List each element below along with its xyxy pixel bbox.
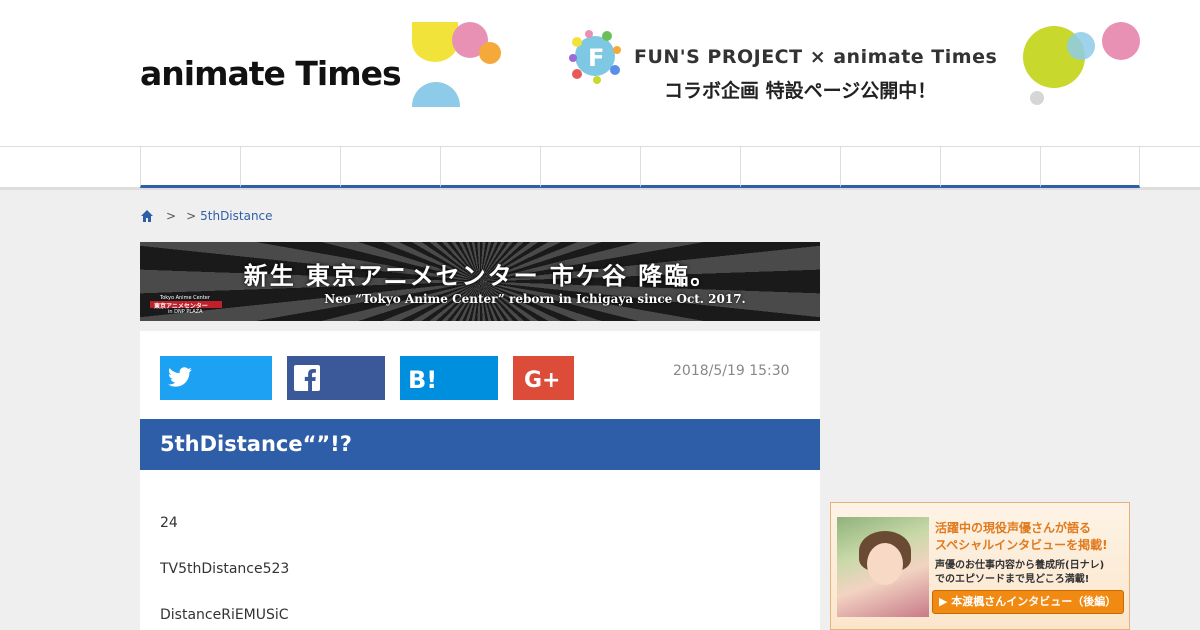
nav-item[interactable]	[640, 147, 740, 188]
tokyo-anime-center-logo: Tokyo Anime Center 東京アニメセンター in DNP PLAZ…	[148, 295, 224, 315]
promo-title-line1: FUN'S PROJECT × animate Times	[634, 46, 998, 68]
article-date: 2018/5/19 15:30	[673, 363, 790, 379]
promo-dot-yellow	[412, 22, 458, 62]
share-twitter-button[interactable]	[160, 356, 272, 400]
nav-item[interactable]	[240, 147, 340, 188]
facebook-icon	[294, 365, 320, 391]
svg-text:B!: B!	[408, 366, 437, 391]
promo-dot-blue	[412, 82, 460, 107]
promo-dot-pink-right	[1102, 22, 1140, 60]
article-card: B! G+ 2018/5/19 15:30 5thDistance“”!? 24…	[140, 331, 820, 630]
breadcrumb-current[interactable]: 5thDistance	[200, 209, 272, 223]
hatena-bookmark-icon: B!	[408, 366, 437, 391]
site-logo[interactable]: animate Times	[140, 54, 402, 93]
share-facebook-button[interactable]	[287, 356, 385, 400]
global-nav	[0, 146, 1200, 190]
site-header: animate Times F FUN'S PROJECT × animate …	[0, 0, 1200, 146]
promo-banner[interactable]: F FUN'S PROJECT × animate Times コラボ企画 特設…	[412, 22, 1140, 107]
ad-heading: 活躍中の現役声優さんが語る	[935, 521, 1092, 535]
nav-item[interactable]	[140, 147, 240, 188]
promo-dot-orange	[479, 42, 501, 64]
promo-dot-lightblue	[1067, 32, 1095, 60]
voice-actor-interview-ad[interactable]: 活躍中の現役声優さんが語る スペシャルインタビューを掲載! 声優のお仕事内容から…	[830, 502, 1130, 630]
interviewee-photo	[837, 517, 929, 617]
nav-item[interactable]	[940, 147, 1040, 188]
article-paragraph: DistanceRiEMUSiC	[160, 607, 289, 623]
nav-item[interactable]	[740, 147, 840, 188]
svg-text:G+: G+	[524, 368, 561, 391]
breadcrumb: > > 5thDistance	[140, 209, 273, 223]
nav-item[interactable]	[540, 147, 640, 188]
nav-item[interactable]	[840, 147, 940, 188]
nav-item[interactable]	[340, 147, 440, 188]
breadcrumb-separator: >	[166, 209, 177, 223]
banner-title: 新生 東京アニメセンター 市ケ谷 降臨。	[243, 261, 717, 290]
article-title: 5thDistance“”!?	[160, 432, 352, 456]
promo-title-line2: コラボ企画 特設ページ公開中！	[664, 80, 937, 102]
nav-item[interactable]	[440, 147, 540, 188]
article-paragraph: TV5thDistance523	[160, 561, 290, 577]
funs-project-icon: F	[569, 30, 621, 84]
ad-heading: スペシャルインタビューを掲載!	[935, 538, 1108, 552]
promo-dot-gray	[1030, 91, 1044, 105]
article-paragraph: 24	[160, 515, 178, 531]
article-title-bar: 5thDistance“”!?	[140, 419, 820, 470]
share-hatena-button[interactable]: B!	[400, 356, 498, 400]
nav-item[interactable]	[1040, 147, 1140, 188]
share-google-plus-button[interactable]: G+	[513, 356, 574, 400]
ad-text: でのエピソードまで見どころ満載!	[935, 574, 1090, 585]
breadcrumb-separator: >	[186, 209, 197, 223]
tokyo-anime-center-banner[interactable]: 新生 東京アニメセンター 市ケ谷 降臨。 Neo “Tokyo Anime Ce…	[140, 242, 820, 321]
google-plus-icon: G+	[524, 368, 561, 391]
ad-text: 声優のお仕事内容から養成所(日ナレ)	[935, 560, 1105, 571]
banner-subtitle: Neo “Tokyo Anime Center” reborn in Ichig…	[324, 292, 746, 306]
interview-link-button[interactable]: ▶ 本渡楓さんインタビュー（後編）	[932, 590, 1124, 614]
twitter-icon	[168, 367, 192, 387]
home-icon[interactable]	[140, 209, 154, 223]
svg-text:F: F	[588, 44, 604, 72]
